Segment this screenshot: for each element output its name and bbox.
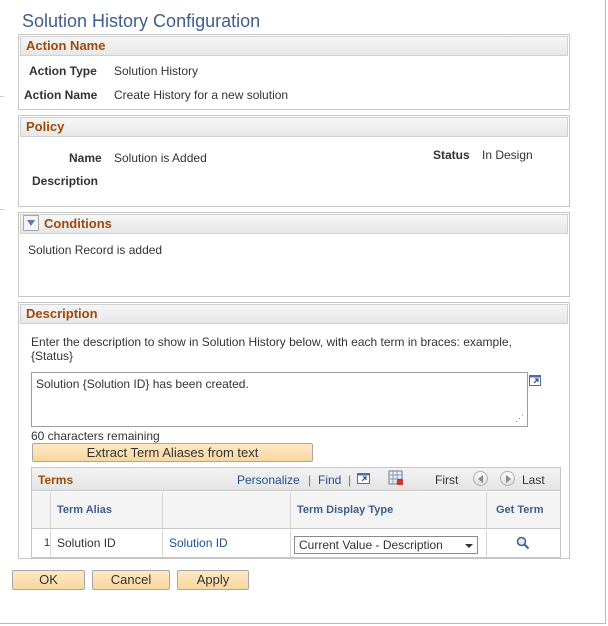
apply-button[interactable]: Apply — [177, 570, 249, 590]
description-instruction-line1: Enter the description to show in Solutio… — [31, 335, 512, 349]
policy-status-label: Status — [433, 148, 470, 162]
description-header: Description — [20, 304, 568, 324]
expand-window-icon[interactable] — [529, 374, 542, 386]
conditions-header: Conditions — [20, 214, 568, 234]
term-display-type-column-header[interactable]: Term Display Type — [291, 492, 487, 529]
action-name-header: Action Name — [20, 36, 568, 56]
description-textarea[interactable]: Solution {Solution ID} has been created.… — [31, 372, 528, 427]
conditions-group: Conditions Solution Record is added — [18, 212, 570, 297]
next-icon[interactable] — [500, 471, 515, 486]
toolbar-separator: | — [348, 473, 352, 487]
term-alias-column-header[interactable]: Term Alias — [51, 492, 163, 529]
term-display-type-value: Current Value - Description — [299, 538, 443, 552]
left-edge-tick — [0, 96, 4, 97]
description-instruction-line2: {Status} — [31, 349, 74, 363]
row-number-column-header — [32, 492, 51, 529]
page-title: Solution History Configuration — [22, 11, 261, 31]
search-icon[interactable] — [516, 536, 530, 550]
action-name-value: Create History for a new solution — [114, 88, 289, 102]
personalize-link[interactable]: Personalize — [237, 473, 300, 487]
term-alias-value: Solution ID — [51, 530, 163, 557]
toolbar-separator: | — [308, 473, 312, 487]
action-name-label: Action Name — [24, 88, 98, 102]
policy-group: Policy Name Solution is Added Status In … — [18, 115, 570, 207]
description-group: Description Enter the description to sho… — [18, 302, 570, 559]
last-label: Last — [522, 473, 545, 487]
chevron-down-icon — [465, 544, 473, 548]
download-grid-icon[interactable] — [388, 470, 404, 486]
terms-grid: Terms Personalize | Find | First Last Te… — [31, 467, 561, 558]
term-link[interactable]: Solution ID — [163, 530, 291, 557]
conditions-header-label: Conditions — [44, 216, 112, 231]
action-type-value: Solution History — [114, 64, 199, 78]
find-link[interactable]: Find — [318, 473, 341, 487]
extract-term-aliases-button[interactable]: Extract Term Aliases from text — [32, 443, 313, 462]
terms-title: Terms — [38, 473, 74, 487]
left-edge-tick — [0, 209, 4, 210]
action-type-label: Action Type — [29, 64, 97, 78]
view-all-icon[interactable] — [357, 471, 371, 485]
policy-status-value: In Design — [482, 148, 533, 162]
chars-remaining: 60 characters remaining — [31, 429, 160, 443]
action-name-group: Action Name Action Type Solution History… — [18, 34, 570, 110]
prev-icon[interactable] — [473, 471, 488, 486]
policy-name-value: Solution is Added — [114, 151, 207, 165]
ok-button[interactable]: OK — [12, 570, 85, 590]
policy-description-label: Description — [32, 174, 99, 188]
conditions-text: Solution Record is added — [28, 243, 163, 257]
get-term-column-header[interactable]: Get Term — [487, 492, 560, 529]
row-number: 1 — [32, 530, 51, 557]
policy-header: Policy — [20, 117, 568, 137]
first-label: First — [435, 473, 459, 487]
description-textarea-value: Solution {Solution ID} has been created. — [36, 377, 249, 391]
collapse-icon[interactable] — [23, 215, 39, 231]
resize-grip-icon[interactable]: ⋰ — [515, 414, 524, 423]
cancel-button[interactable]: Cancel — [92, 570, 170, 590]
term-column-header — [163, 492, 291, 529]
term-display-type-select[interactable]: Current Value - Description — [294, 536, 478, 554]
policy-name-label: Name — [69, 151, 102, 165]
terms-grid-toolbar: Terms Personalize | Find | First Last — [32, 468, 560, 491]
